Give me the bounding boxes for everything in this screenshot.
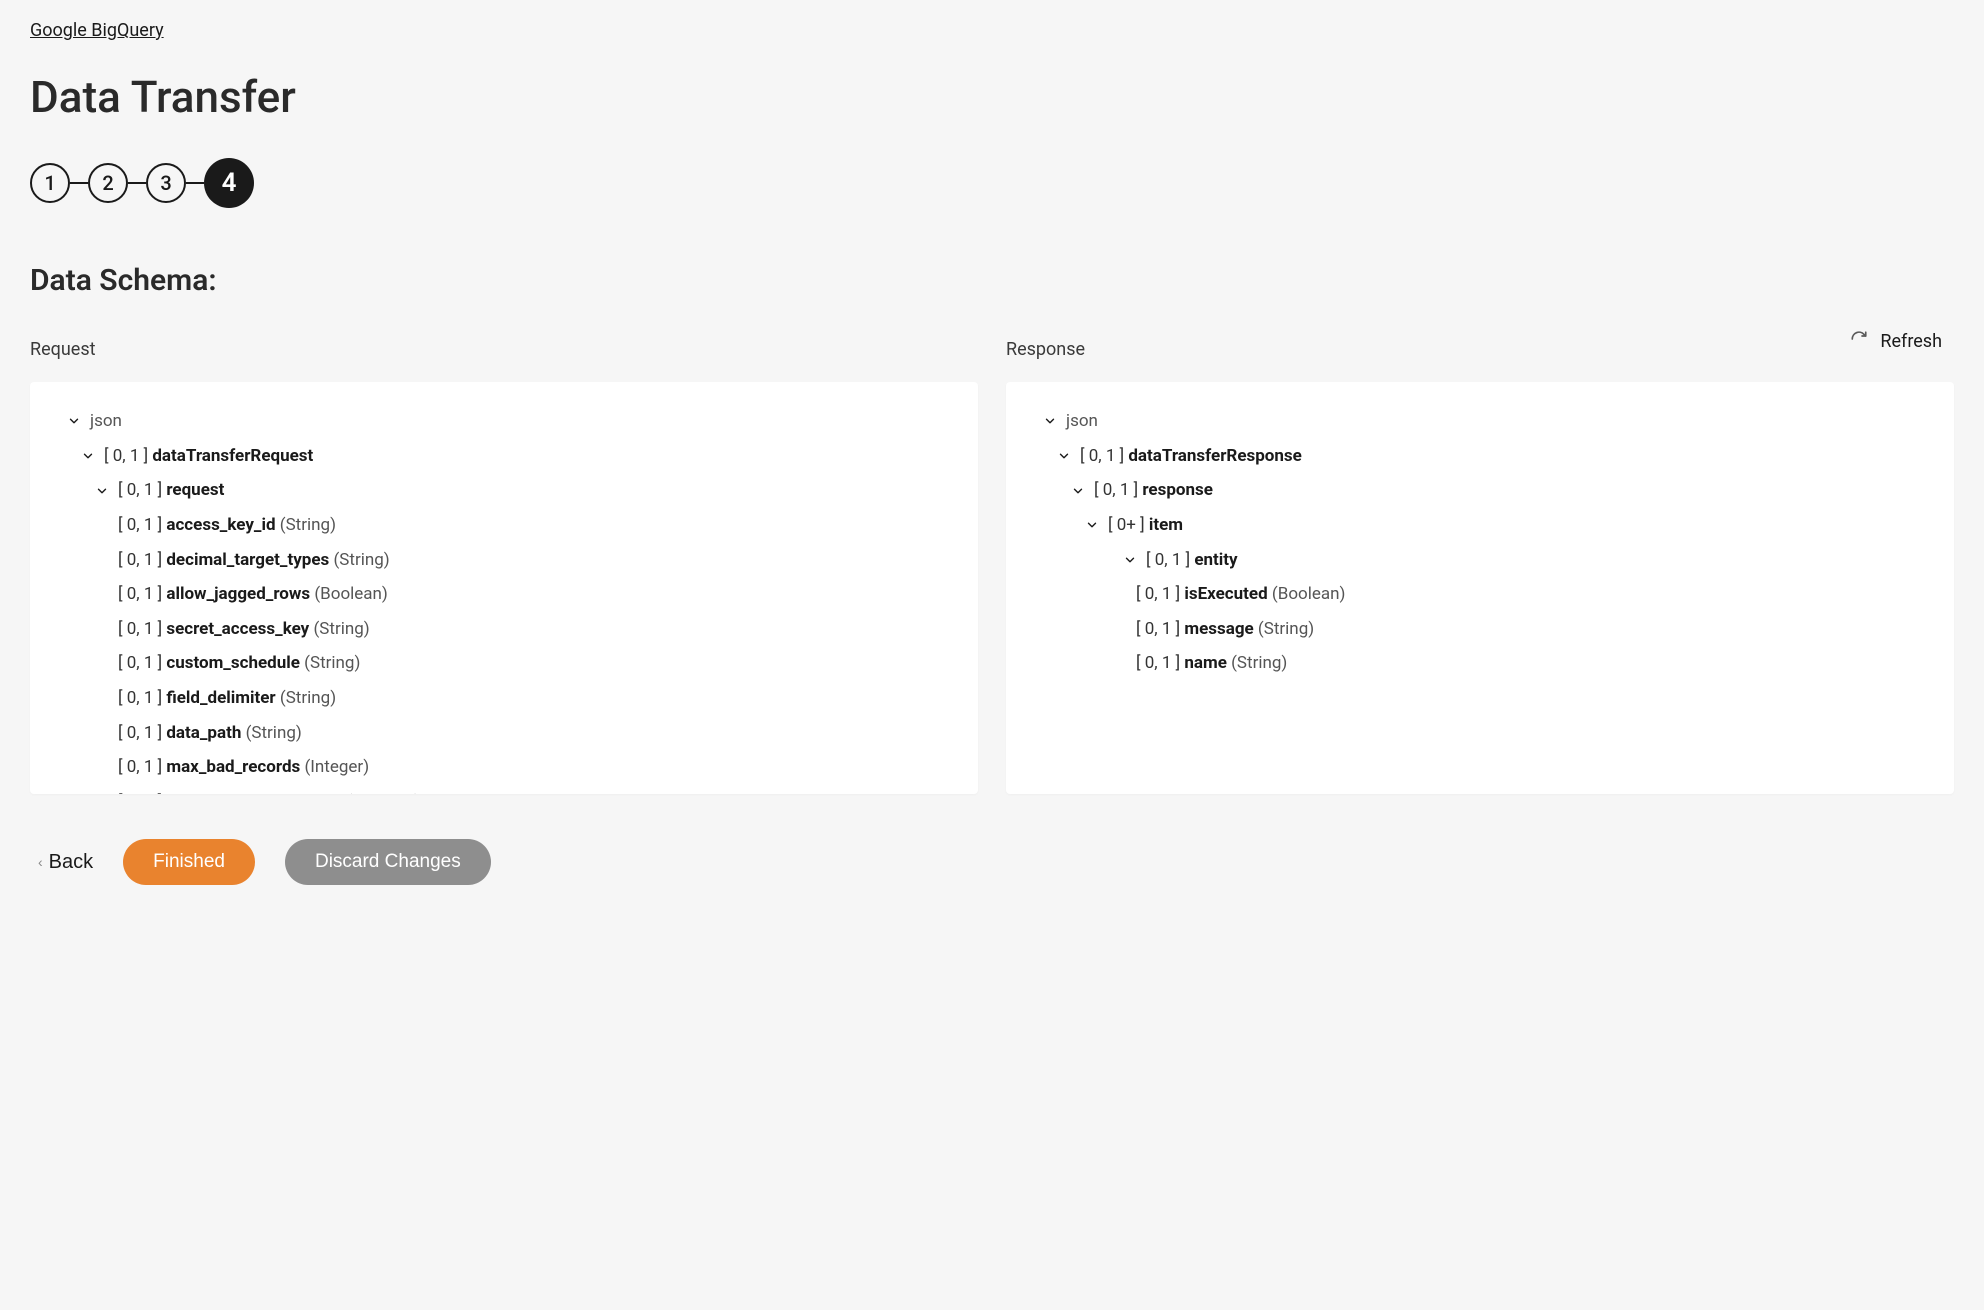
tree-row: [ 0, 1 ] data_path (String) <box>54 716 954 751</box>
tree-node-label: [ 0, 1 ] allow_quoted_newlines (Boolean) <box>118 790 420 794</box>
tree-row[interactable]: [ 0+ ] item <box>1030 508 1930 543</box>
discard-button[interactable]: Discard Changes <box>285 839 491 885</box>
chevron-left-icon: ‹ <box>38 854 43 870</box>
tree-node-label: [ 0+ ] item <box>1108 513 1183 538</box>
tree-node-label: [ 0, 1 ] allow_jagged_rows (Boolean) <box>118 582 388 607</box>
tree-row: [ 0, 1 ] max_bad_records (Integer) <box>54 750 954 785</box>
back-button[interactable]: ‹ Back <box>38 851 93 874</box>
response-tree-panel: json [ 0, 1 ] dataTransferResponse [ 0, 1 … <box>1006 382 1954 794</box>
tree-row: [ 0, 1 ] field_delimiter (String) <box>54 681 954 716</box>
tree-row: [ 0, 1 ] access_key_id (String) <box>54 508 954 543</box>
chevron-down-icon[interactable] <box>1042 413 1058 429</box>
tree-row: [ 0, 1 ] decimal_target_types (String) <box>54 543 954 578</box>
tree-node-label: [ 0, 1 ] max_bad_records (Integer) <box>118 755 369 780</box>
step-connector <box>128 182 146 184</box>
tree-row[interactable]: [ 0, 1 ] response <box>1030 473 1930 508</box>
step-4[interactable]: 4 <box>204 158 254 208</box>
step-connector <box>186 182 204 184</box>
tree-row: [ 0, 1 ] custom_schedule (String) <box>54 646 954 681</box>
stepper: 1234 <box>30 158 1954 208</box>
tree-node-label: [ 0, 1 ] response <box>1094 478 1213 503</box>
request-tree-panel: json [ 0, 1 ] dataTransferRequest [ 0, 1 ]… <box>30 382 978 794</box>
tree-row[interactable]: json <box>1030 404 1930 439</box>
footer-actions: ‹ Back Finished Discard Changes <box>30 839 1954 885</box>
step-1[interactable]: 1 <box>30 163 70 203</box>
tree-row: [ 0, 1 ] allow_jagged_rows (Boolean) <box>54 577 954 612</box>
tree-row[interactable]: [ 0, 1 ] dataTransferResponse <box>1030 439 1930 474</box>
chevron-down-icon[interactable] <box>94 483 110 499</box>
tree-node-label: [ 0, 1 ] isExecuted (Boolean) <box>1136 582 1345 607</box>
tree-row[interactable]: json <box>54 404 954 439</box>
tree-row: [ 0, 1 ] isExecuted (Boolean) <box>1030 577 1930 612</box>
chevron-down-icon[interactable] <box>1084 517 1100 533</box>
tree-row: [ 0, 1 ] allow_quoted_newlines (Boolean) <box>54 785 954 794</box>
tree-row: [ 0, 1 ] name (String) <box>1030 646 1930 681</box>
step-3[interactable]: 3 <box>146 163 186 203</box>
tree-row[interactable]: [ 0, 1 ] entity <box>1030 543 1930 578</box>
tree-node-label: [ 0, 1 ] data_path (String) <box>118 721 302 746</box>
tree-node-label: [ 0, 1 ] dataTransferResponse <box>1080 444 1302 469</box>
tree-node-label: [ 0, 1 ] message (String) <box>1136 617 1314 642</box>
tree-node-label: [ 0, 1 ] secret_access_key (String) <box>118 617 370 642</box>
chevron-down-icon[interactable] <box>1122 552 1138 568</box>
chevron-down-icon[interactable] <box>1056 448 1072 464</box>
chevron-down-icon[interactable] <box>1070 483 1086 499</box>
tree-node-label: [ 0, 1 ] entity <box>1146 548 1238 573</box>
tree-node-label: [ 0, 1 ] decimal_target_types (String) <box>118 548 390 573</box>
step-2[interactable]: 2 <box>88 163 128 203</box>
tree-node-label: [ 0, 1 ] name (String) <box>1136 651 1287 676</box>
finished-button[interactable]: Finished <box>123 839 255 885</box>
tree-node-label: json <box>1066 409 1098 434</box>
page-title: Data Transfer <box>30 71 1954 123</box>
tree-node-label: [ 0, 1 ] custom_schedule (String) <box>118 651 360 676</box>
breadcrumb-link[interactable]: Google BigQuery <box>30 20 164 41</box>
chevron-down-icon[interactable] <box>66 413 82 429</box>
tree-row[interactable]: [ 0, 1 ] dataTransferRequest <box>54 439 954 474</box>
tree-node-label: [ 0, 1 ] access_key_id (String) <box>118 513 336 538</box>
response-column: Response json [ 0, 1 ] dataTransferRespon… <box>1006 339 1954 794</box>
section-title: Data Schema: <box>30 263 1954 298</box>
tree-node-label: json <box>90 409 122 434</box>
back-button-label: Back <box>49 851 93 874</box>
tree-row: [ 0, 1 ] message (String) <box>1030 612 1930 647</box>
step-connector <box>70 182 88 184</box>
tree-node-label: [ 0, 1 ] request <box>118 478 224 503</box>
tree-node-label: [ 0, 1 ] dataTransferRequest <box>104 444 313 469</box>
chevron-down-icon[interactable] <box>80 448 96 464</box>
tree-row[interactable]: [ 0, 1 ] request <box>54 473 954 508</box>
request-column: Request json [ 0, 1 ] dataTransferRequest… <box>30 339 978 794</box>
tree-node-label: [ 0, 1 ] field_delimiter (String) <box>118 686 336 711</box>
tree-row: [ 0, 1 ] secret_access_key (String) <box>54 612 954 647</box>
response-column-label: Response <box>1006 339 1954 360</box>
request-column-label: Request <box>30 339 978 360</box>
